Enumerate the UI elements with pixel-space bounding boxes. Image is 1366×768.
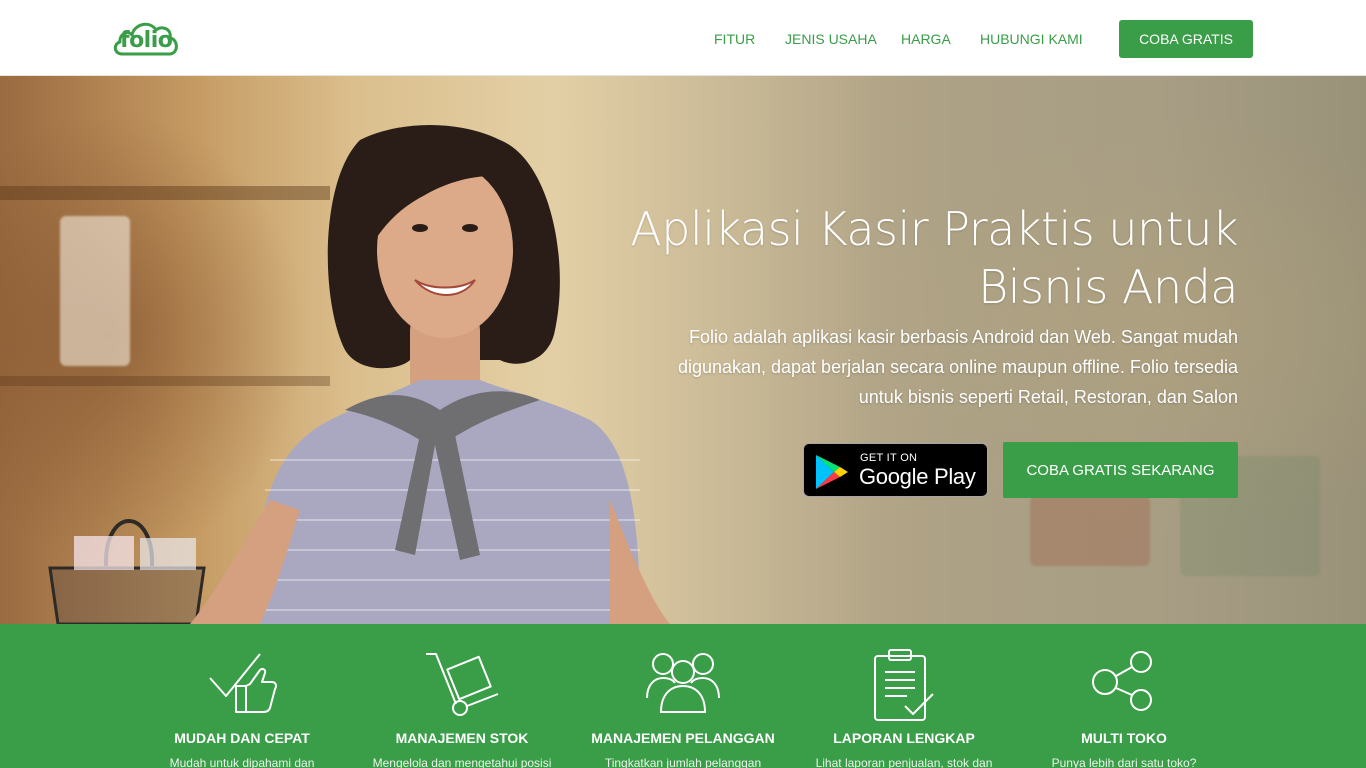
hero-description-line: untuk bisnis seperti Retail, Restoran, d…: [858, 387, 1238, 407]
hero-title-line: Aplikasi Kasir Praktis untuk: [630, 202, 1238, 256]
nav-hubungi-kami[interactable]: HUBUNGI KAMI: [980, 31, 1083, 47]
hero-description-line: digunakan, dapat berjalan secara online …: [677, 357, 1238, 377]
hero-description-line: Folio adalah aplikasi kasir berbasis And…: [689, 327, 1238, 347]
coba-gratis-sekarang-button[interactable]: COBA GRATIS SEKARANG: [1003, 442, 1238, 498]
feature-manajemen-pelanggan: MANAJEMEN PELANGGAN Tingkatkan jumlah pe…: [583, 624, 783, 768]
feature-description: Lihat laporan penjualan, stok dan: [815, 756, 993, 768]
feature-title: LAPORAN LENGKAP: [833, 730, 975, 746]
nav-fitur[interactable]: FITUR: [714, 31, 755, 47]
customers-icon: [646, 653, 720, 713]
folio-logo[interactable]: folio: [112, 16, 182, 60]
feature-mudah-dan-cepat: MUDAH DAN CEPAT Mudah untuk dipahami dan: [142, 624, 342, 768]
background-blur: [60, 216, 130, 366]
logo-text: folio: [120, 28, 173, 53]
nav-harga[interactable]: HARGA: [901, 31, 951, 47]
thumbs-up-check-icon: [209, 653, 277, 713]
feature-description: Punya lebih dari satu toko?: [1051, 756, 1197, 768]
google-play-small-text: GET IT ON: [860, 452, 918, 464]
share-network-icon: [1092, 651, 1152, 711]
site-header: folio FITUR JENIS USAHA HARGA HUBUNGI KA…: [0, 0, 1366, 76]
hero-title-line: Bisnis Anda: [978, 260, 1238, 314]
nav-jenis-usaha[interactable]: JENIS USAHA: [785, 31, 877, 47]
hero-title: Aplikasi Kasir Praktis untuk Bisnis Anda: [598, 200, 1238, 316]
feature-manajemen-stok: MANAJEMEN STOK Mengelola dan mengetahui …: [362, 624, 562, 768]
hero-description: Folio adalah aplikasi kasir berbasis And…: [638, 322, 1238, 412]
hand-truck-icon: [426, 653, 499, 716]
coba-gratis-button[interactable]: COBA GRATIS: [1119, 20, 1253, 58]
google-play-icon: [816, 455, 848, 489]
feature-laporan-lengkap: LAPORAN LENGKAP Lihat laporan penjualan,…: [804, 624, 1004, 768]
feature-title: MULTI TOKO: [1081, 730, 1167, 746]
feature-description: Mudah untuk dipahami dan: [169, 756, 315, 768]
feature-title: MANAJEMEN PELANGGAN: [591, 730, 775, 746]
feature-description: Mengelola dan mengetahui posisi: [372, 756, 552, 768]
feature-title: MANAJEMEN STOK: [395, 730, 529, 746]
google-play-badge[interactable]: GET IT ON Google Play: [803, 443, 988, 497]
clipboard-report-icon: [874, 649, 934, 721]
feature-description: Tingkatkan jumlah pelanggan: [604, 756, 762, 768]
google-play-big-text: Google Play: [859, 464, 976, 489]
hero-section: Aplikasi Kasir Praktis untuk Bisnis Anda…: [0, 76, 1366, 624]
feature-title: MUDAH DAN CEPAT: [174, 730, 310, 746]
feature-multi-toko: MULTI TOKO Punya lebih dari satu toko?: [1024, 624, 1224, 768]
woman-photo: [190, 125, 670, 624]
features-section: MUDAH DAN CEPAT Mudah untuk dipahami dan…: [0, 624, 1366, 768]
